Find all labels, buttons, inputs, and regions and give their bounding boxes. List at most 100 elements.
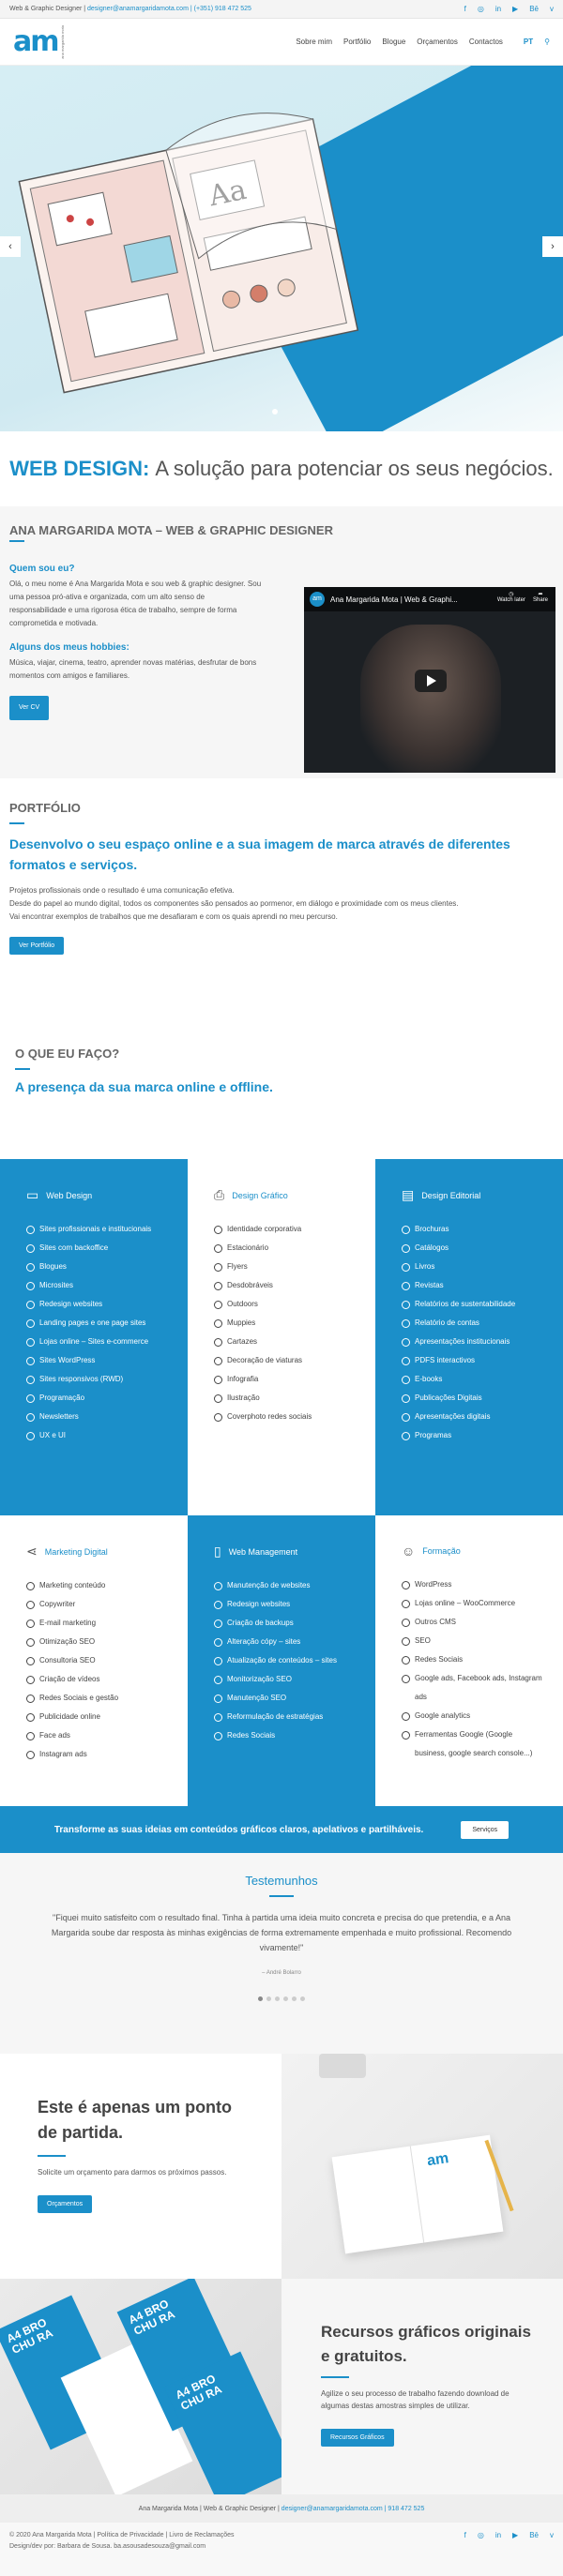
footer-email-link[interactable]: designer@anamargaridamota.com: [282, 2506, 383, 2512]
facebook-icon[interactable]: f: [464, 2530, 466, 2541]
services-intro: O QUE EU FAÇO? A presença da sua marca o…: [0, 1037, 563, 1159]
play-button[interactable]: [415, 670, 447, 692]
nav-item-contactos[interactable]: Contactos: [469, 38, 503, 46]
quote-request-rule: [38, 2155, 66, 2157]
list-item: Revistas: [402, 1276, 544, 1295]
list-item: Ferramentas Google (Google business, goo…: [402, 1725, 544, 1763]
email-link[interactable]: designer@anamargaridamota.com: [87, 6, 189, 12]
services-button[interactable]: Serviços: [461, 1820, 510, 1839]
list-item: Criação de backups: [214, 1614, 357, 1633]
slider-next-arrow[interactable]: ›: [542, 236, 563, 257]
vimeo-icon[interactable]: v: [550, 2530, 554, 2541]
testimonials-section: Testemunhos "Fiquei muito satisfeito com…: [0, 1853, 563, 2054]
brochure-photo: A4 BRO CHU RA A4 BRO CHU RA A4 BRO CHU R…: [0, 2279, 282, 2494]
footer-social-icons: f ◎ in ▶ Bē v: [464, 2530, 554, 2541]
nav-item-portfolio[interactable]: Portfólio: [343, 38, 371, 46]
service-design-grafico: ⎙ Design Gráfico Identidade corporativa E…: [188, 1159, 375, 1515]
portfolio-section: PORTFÓLIO Desenvolvo o seu espaço online…: [0, 788, 563, 1022]
list-item: Sites com backoffice: [26, 1239, 169, 1258]
linkedin-icon[interactable]: in: [495, 5, 501, 13]
logo-subtitle: ana margarida mota: [59, 24, 65, 59]
tagline-text: A solução para potenciar os seus negócio…: [155, 457, 554, 480]
service-title[interactable]: Web Management: [229, 1547, 297, 1557]
recursos-graficos-button[interactable]: Recursos Gráficos: [321, 2429, 394, 2447]
about-question-2: Alguns dos meus hobbies:: [9, 642, 129, 653]
service-marketing-digital: ⋖ Marketing Digital Marketing conteúdo Co…: [0, 1515, 188, 1806]
video-title[interactable]: Ana Margarida Mota | Web & Graphi...: [330, 595, 458, 604]
instagram-icon[interactable]: ◎: [478, 5, 484, 13]
about-paragraph-2: Música, viajar, cinema, teatro, aprender…: [9, 658, 257, 680]
facebook-icon[interactable]: f: [464, 5, 466, 13]
behance-icon[interactable]: Bē: [529, 5, 539, 13]
list-item: Google analytics: [402, 1707, 544, 1725]
hero-illustration: Aa: [18, 113, 359, 394]
view-cv-button[interactable]: Ver CV: [9, 696, 50, 720]
behance-icon[interactable]: Bē: [529, 2530, 539, 2541]
vimeo-icon[interactable]: v: [550, 5, 554, 13]
search-icon[interactable]: ⚲: [544, 38, 550, 46]
about-question-1: Quem sou eu?: [9, 564, 75, 574]
linkedin-icon[interactable]: in: [495, 2530, 501, 2541]
service-title[interactable]: Marketing Digital: [45, 1547, 108, 1557]
orcamentos-button[interactable]: Orçamentos: [38, 2195, 93, 2213]
testimonial-quote: "Fiquei muito satisfeito com o resultado…: [51, 1913, 512, 1952]
list-item: Marketing conteúdo: [26, 1576, 169, 1595]
pagination-dot[interactable]: [275, 1996, 280, 2001]
list-item: Consultoria SEO: [26, 1651, 169, 1670]
logo[interactable]: am ana margarida mota: [13, 25, 65, 59]
service-title[interactable]: Design Gráfico: [232, 1191, 288, 1200]
list-item: PDFS interactivos: [402, 1351, 544, 1370]
share-button[interactable]: ➦ Share: [533, 591, 548, 603]
service-list: Brochuras Catálogos Livros Revistas Rela…: [402, 1220, 544, 1445]
list-item: Redes Sociais: [402, 1650, 544, 1669]
nav-item-blogue[interactable]: Blogue: [382, 38, 405, 46]
list-item: Landing pages e one page sites: [26, 1314, 169, 1333]
pagination-dot[interactable]: [283, 1996, 288, 2001]
tablet-icon: ▯: [214, 1544, 221, 1559]
youtube-icon[interactable]: ▶: [512, 5, 518, 13]
slider-prev-arrow[interactable]: ‹: [0, 236, 21, 257]
portfolio-text-3: Vai encontrar exemplos de trabalhos que …: [9, 912, 338, 921]
instagram-icon[interactable]: ◎: [478, 2530, 484, 2541]
list-item: Apresentações institucionais: [402, 1333, 544, 1351]
tagline: WEB DESIGN: A solução para potenciar os …: [0, 431, 563, 506]
portfolio-heading: PORTFÓLIO: [9, 801, 81, 815]
service-title[interactable]: Formação: [422, 1546, 461, 1556]
service-web-management: ▯ Web Management Manutenção de websites R…: [188, 1515, 375, 1806]
service-list: Manutenção de websites Redesign websites…: [214, 1576, 357, 1745]
list-item: Coverphoto redes sociais: [214, 1408, 357, 1426]
share-label: Share: [532, 597, 548, 603]
pagination-dot[interactable]: [292, 1996, 297, 2001]
testimonial-author: – André Bolarro: [262, 1970, 301, 1976]
youtube-icon[interactable]: ▶: [512, 2530, 518, 2541]
footer-bottom: © 2020 Ana Margarida Mota | Política de …: [0, 2523, 563, 2576]
list-item: Lojas online – WooCommerce: [402, 1594, 544, 1613]
service-list: Marketing conteúdo Copywriter E-mail mar…: [26, 1576, 169, 1764]
footer-credit[interactable]: Design/dev por: Barbara de Sousa. ba.aso…: [9, 2541, 554, 2553]
nav-item-sobre-mim[interactable]: Sobre mim: [296, 38, 332, 46]
footer-phone-link[interactable]: | 918 472 525: [385, 2506, 425, 2512]
video-embed[interactable]: am Ana Margarida Mota | Web & Graphi... …: [304, 587, 555, 773]
phone-link[interactable]: | (+351) 918 472 525: [190, 6, 251, 12]
service-list: Sites profissionais e institucionais Sit…: [26, 1220, 169, 1445]
book-icon: ▤: [402, 1187, 415, 1202]
pagination-dot[interactable]: [258, 1996, 263, 2001]
site-header: am ana margarida mota Sobre mim Portfóli…: [0, 19, 563, 66]
services-heading: O QUE EU FAÇO?: [15, 1047, 120, 1061]
list-item: Flyers: [214, 1258, 357, 1276]
testimonial-pagination: [38, 1996, 525, 2001]
list-item: Sites profissionais e institucionais: [26, 1220, 169, 1239]
language-switch[interactable]: PT: [524, 38, 533, 46]
service-title[interactable]: Web Design: [46, 1191, 92, 1200]
pagination-dot[interactable]: [300, 1996, 305, 2001]
watch-later-button[interactable]: ◷ Watch later: [497, 591, 525, 603]
nav-item-orcamentos[interactable]: Orçamentos: [417, 38, 458, 46]
view-portfolio-button[interactable]: Ver Portfólio: [9, 937, 65, 955]
tagline-accent: WEB DESIGN:: [9, 457, 150, 480]
contact-info: Web & Graphic Designer | designer@anamar…: [9, 6, 251, 12]
user-icon: ☺: [402, 1544, 416, 1559]
channel-avatar[interactable]: am: [310, 592, 325, 607]
pagination-dot[interactable]: [266, 1996, 271, 2001]
service-title[interactable]: Design Editorial: [421, 1191, 480, 1200]
slider-dot[interactable]: [272, 409, 278, 414]
